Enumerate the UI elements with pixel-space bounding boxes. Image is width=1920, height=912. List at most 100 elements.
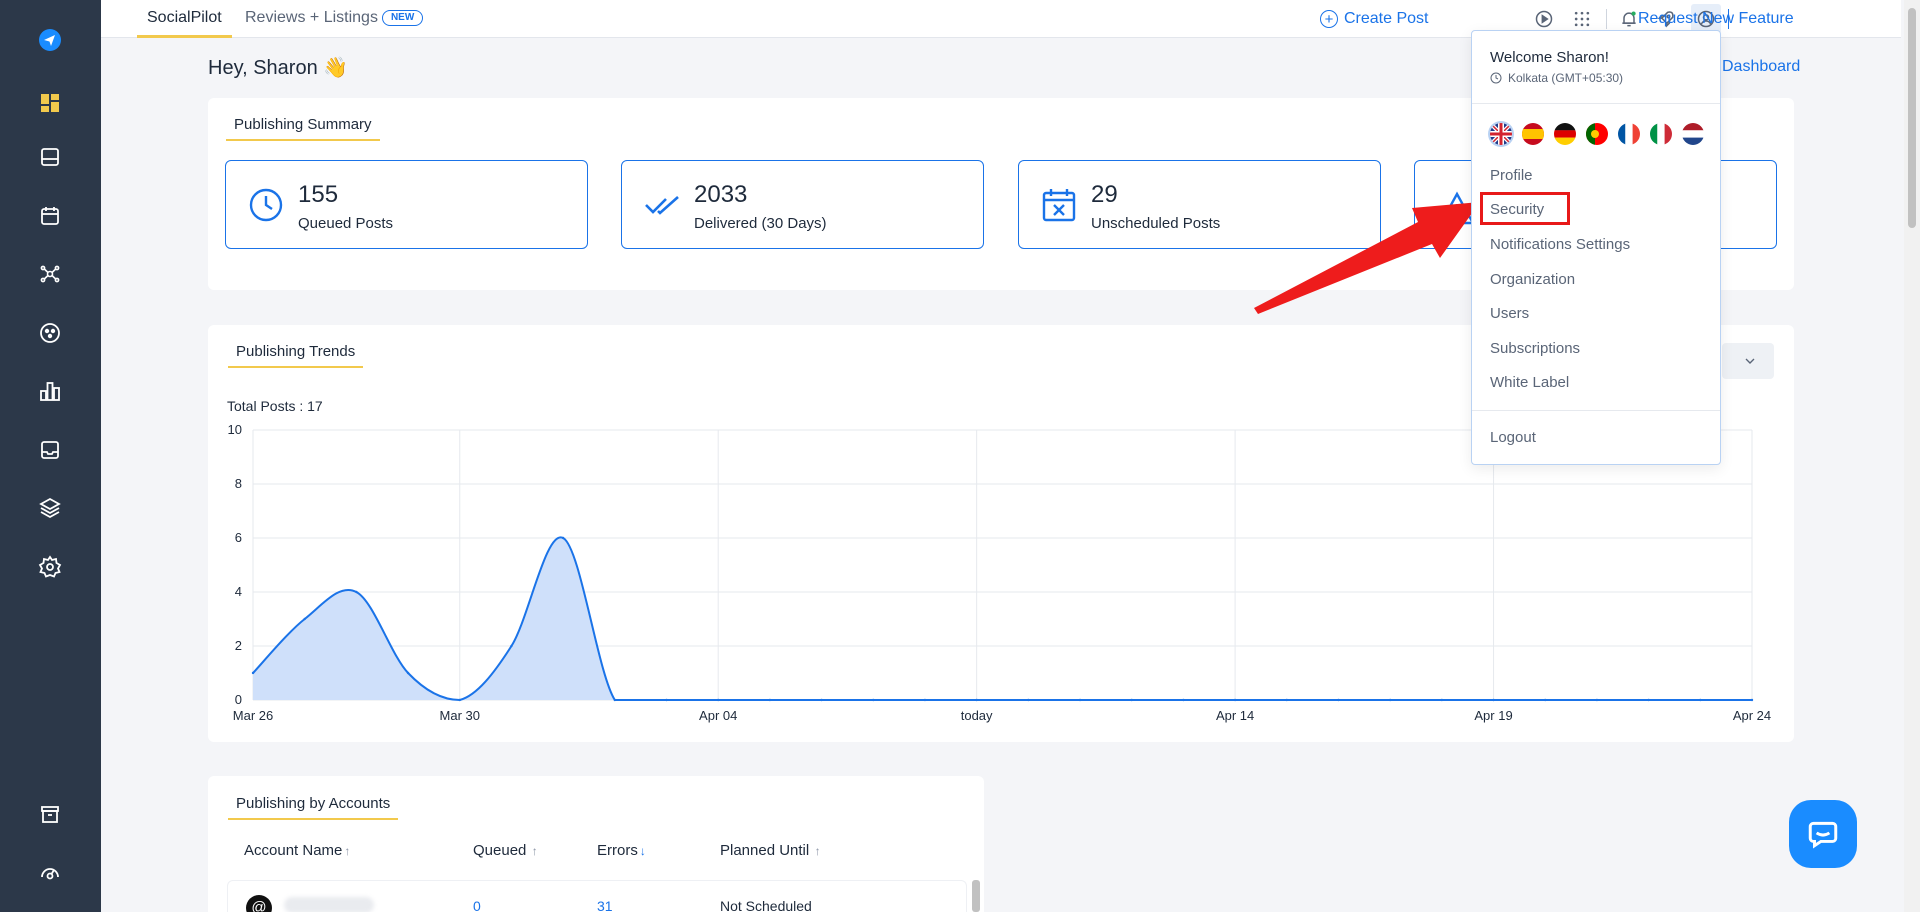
greeting: Hey, Sharon 👋 <box>208 57 349 79</box>
col-errors[interactable]: Errors ↓ <box>597 842 646 859</box>
stat-value: 155 <box>298 181 339 208</box>
chat-button[interactable] <box>1789 800 1857 868</box>
data-point[interactable] <box>1492 698 1495 702</box>
support-icon[interactable] <box>34 856 66 888</box>
data-point[interactable] <box>1337 698 1340 702</box>
data-point[interactable] <box>1233 698 1237 702</box>
welcome-text: Welcome Sharon! <box>1490 49 1609 66</box>
data-point[interactable] <box>458 698 461 702</box>
timezone: Kolkata (GMT+05:30) <box>1490 71 1623 85</box>
clock-icon <box>1490 72 1502 84</box>
menu-item-organization[interactable]: Organization <box>1490 271 1575 288</box>
flag-en-icon[interactable] <box>1490 123 1512 145</box>
data-point[interactable] <box>1699 698 1702 702</box>
data-point[interactable] <box>1130 698 1133 702</box>
analytics-icon[interactable] <box>34 375 66 407</box>
data-point[interactable] <box>768 698 772 702</box>
date-range-select[interactable] <box>1722 343 1774 379</box>
planned-until-value: Not Scheduled <box>720 898 812 912</box>
account-name-blurred <box>284 897 374 912</box>
stat-queued-posts[interactable]: 155 Queued Posts <box>225 160 588 249</box>
archive-icon[interactable] <box>34 798 66 830</box>
y-tick-label: 8 <box>234 476 242 491</box>
flag-es-icon[interactable] <box>1522 123 1544 145</box>
sort-down-icon: ↓ <box>639 844 646 858</box>
profile-dropdown: Welcome Sharon! Kolkata (GMT+05:30) Prof… <box>1471 30 1721 465</box>
menu-item-users[interactable]: Users <box>1490 305 1529 322</box>
data-point[interactable] <box>406 671 410 675</box>
col-queued[interactable]: Queued ↑ <box>473 842 538 859</box>
flag-fr-icon[interactable] <box>1618 123 1640 145</box>
chevron-down-icon <box>1745 358 1755 364</box>
table-scrollbar[interactable] <box>972 880 980 912</box>
data-point[interactable] <box>717 698 720 702</box>
settings-icon[interactable] <box>34 551 66 583</box>
data-point[interactable] <box>923 698 927 702</box>
stat-value: 2033 <box>694 181 748 208</box>
scroll-thumb[interactable] <box>1908 8 1916 228</box>
publishing-by-accounts-title: Publishing by Accounts <box>228 795 399 820</box>
data-point[interactable] <box>510 644 513 648</box>
play-icon[interactable] <box>1532 7 1556 31</box>
data-point[interactable] <box>872 698 875 702</box>
col-account-name[interactable]: Account Name ↑ <box>244 842 350 859</box>
sort-up-icon: ↑ <box>528 844 538 858</box>
dashboard-icon[interactable] <box>34 87 66 119</box>
flag-it-icon[interactable] <box>1650 123 1672 145</box>
col-planned-until[interactable]: Planned Until ↑ <box>720 842 821 859</box>
data-point[interactable] <box>975 698 978 702</box>
stat-value: 29 <box>1091 181 1118 208</box>
chat-icon <box>1808 821 1838 849</box>
x-tick-label: Apr 04 <box>699 708 738 723</box>
security-highlight-box <box>1480 192 1570 225</box>
queued-value[interactable]: 0 <box>473 898 481 912</box>
create-post-button[interactable]: + Create Post <box>1320 0 1428 38</box>
data-point[interactable] <box>665 698 668 702</box>
flag-pt-icon[interactable] <box>1586 123 1608 145</box>
network-icon[interactable] <box>34 258 66 290</box>
data-point[interactable] <box>820 698 823 702</box>
data-point[interactable] <box>1078 698 1082 702</box>
data-point[interactable] <box>561 536 565 540</box>
flag-nl-icon[interactable] <box>1682 123 1704 145</box>
menu-item-notifications-settings[interactable]: Notifications Settings <box>1490 236 1630 253</box>
sort-up-icon: ↑ <box>344 844 351 858</box>
sort-up-icon: ↑ <box>811 844 821 858</box>
data-point[interactable] <box>1544 698 1547 702</box>
flag-de-icon[interactable] <box>1554 123 1576 145</box>
stat-label: Delivered (30 Days) <box>694 215 827 232</box>
apps-grid-icon[interactable] <box>1570 7 1594 31</box>
data-point[interactable] <box>1027 698 1030 702</box>
posts-icon[interactable] <box>34 141 66 173</box>
y-tick-label: 4 <box>234 584 242 599</box>
tab-socialpilot[interactable]: SocialPilot <box>137 0 232 38</box>
data-point[interactable] <box>1182 698 1185 702</box>
errors-value[interactable]: 31 <box>597 898 613 912</box>
data-point[interactable] <box>303 617 306 621</box>
page-scrollbar[interactable] <box>1904 0 1920 912</box>
logo-icon[interactable] <box>34 24 66 56</box>
data-point[interactable] <box>1440 698 1444 702</box>
y-tick-label: 10 <box>227 422 242 437</box>
double-check-icon <box>645 196 679 215</box>
layers-icon[interactable] <box>34 492 66 524</box>
data-point[interactable] <box>1750 698 1754 702</box>
menu-item-subscriptions[interactable]: Subscriptions <box>1490 340 1580 357</box>
accounts-icon[interactable] <box>34 317 66 349</box>
data-point[interactable] <box>1388 698 1392 702</box>
data-point[interactable] <box>613 698 617 702</box>
data-point[interactable] <box>1595 698 1599 702</box>
data-point[interactable] <box>251 671 255 675</box>
menu-item-logout[interactable]: Logout <box>1490 429 1536 446</box>
menu-item-white-label[interactable]: White Label <box>1490 374 1569 391</box>
dashboard-link[interactable]: Dashboard <box>1722 58 1800 76</box>
divider <box>1472 103 1720 104</box>
data-point[interactable] <box>355 590 358 594</box>
data-point[interactable] <box>1285 698 1288 702</box>
data-point[interactable] <box>1647 698 1650 702</box>
calendar-icon[interactable] <box>34 200 66 232</box>
tab-reviews-listings[interactable]: Reviews + Listings NEW <box>235 0 433 38</box>
inbox-icon[interactable] <box>34 434 66 466</box>
menu-item-profile[interactable]: Profile <box>1490 167 1533 184</box>
stat-delivered[interactable]: 2033 Delivered (30 Days) <box>621 160 984 249</box>
